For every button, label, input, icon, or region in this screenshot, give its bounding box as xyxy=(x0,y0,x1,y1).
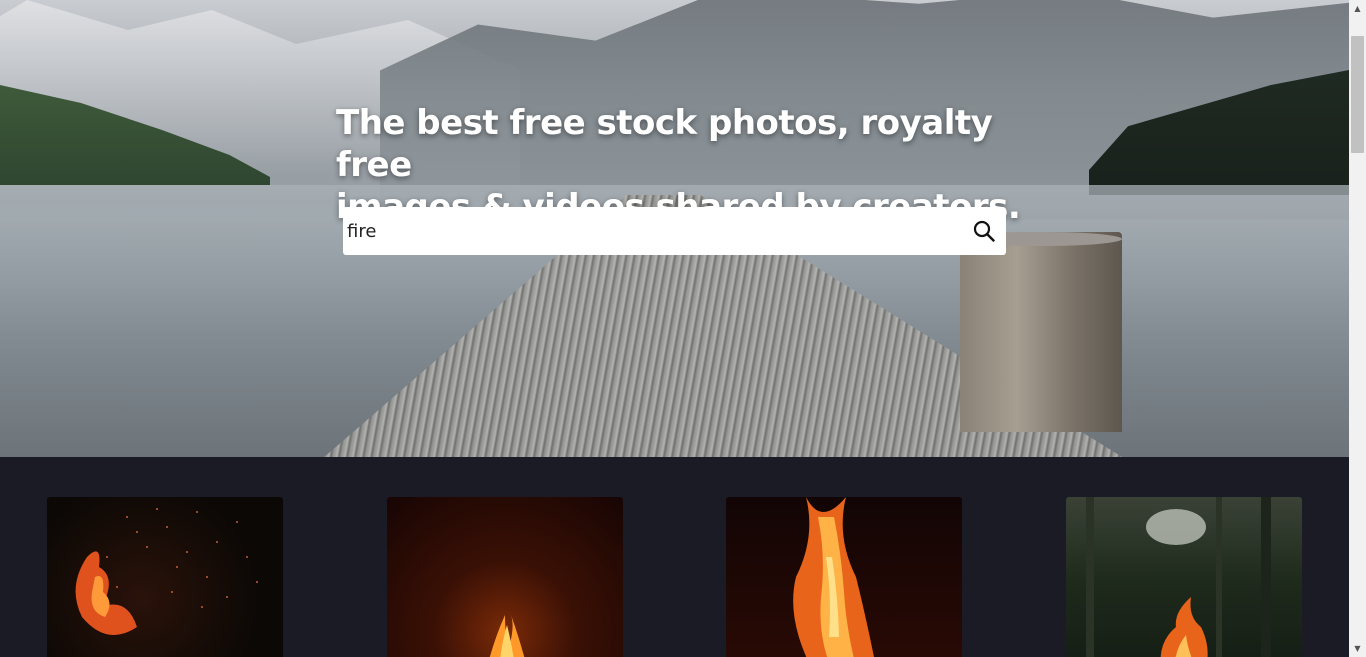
search-icon xyxy=(973,220,995,242)
fire-sparks-image xyxy=(75,508,258,635)
flame-image xyxy=(489,615,525,657)
hero-background-post xyxy=(960,232,1122,432)
page: The best free stock photos, royalty free… xyxy=(0,0,1349,657)
search-input[interactable] xyxy=(343,207,963,255)
arrow-down-icon[interactable]: ▼ xyxy=(1349,640,1366,657)
search-bar xyxy=(343,207,1006,255)
hero-title-line-1: The best free stock photos, royalty free xyxy=(336,103,993,185)
result-thumbnail-3[interactable] xyxy=(726,497,962,657)
result-thumbnail-2[interactable] xyxy=(387,497,623,657)
results-grid xyxy=(0,457,1349,657)
arrow-up-icon[interactable]: ▲ xyxy=(1349,0,1366,17)
hero-section: The best free stock photos, royalty free… xyxy=(0,0,1349,457)
bonfire-image xyxy=(793,497,874,657)
result-thumbnail-1[interactable] xyxy=(47,497,283,657)
result-thumbnail-4[interactable] xyxy=(1066,497,1302,657)
campfire-forest-image xyxy=(1086,497,1271,657)
vertical-scrollbar[interactable]: ▲ ▼ xyxy=(1349,0,1366,657)
scrollbar-thumb[interactable] xyxy=(1351,36,1364,153)
search-button[interactable] xyxy=(968,215,1000,247)
